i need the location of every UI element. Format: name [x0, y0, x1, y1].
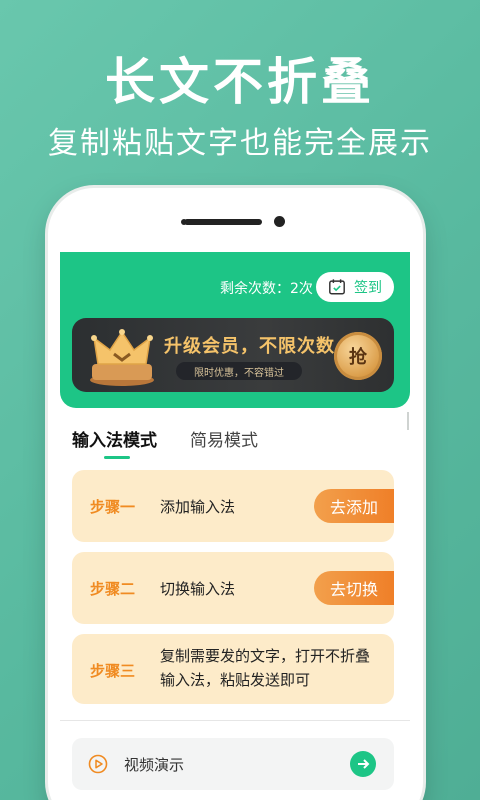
tab-input-method-mode[interactable]: 输入法模式 — [72, 426, 157, 451]
divider — [60, 720, 410, 721]
header-panel: 剩余次数：2次 签到 升级会员，不限次数 限时优惠，不容错过 抢 — [60, 252, 410, 408]
grab-button[interactable]: 抢 — [334, 332, 382, 380]
phone-camera — [274, 216, 285, 227]
tab-simple-mode[interactable]: 简易模式 — [190, 426, 258, 451]
crown-icon — [90, 329, 154, 386]
checkin-button[interactable]: 签到 — [316, 272, 394, 302]
tab-underline — [104, 456, 130, 459]
step-desc: 复制需要发的文字，打开不折叠输入法，粘贴发送即可 — [160, 647, 371, 689]
step-card-3: 步骤三 复制需要发的文字，打开不折叠输入法，粘贴发送即可 — [72, 634, 394, 704]
phone-speaker — [184, 219, 262, 225]
step-label: 步骤二 — [90, 580, 136, 598]
app-screen: 剩余次数：2次 签到 升级会员，不限次数 限时优惠，不容错过 抢 输入法模式 简… — [60, 252, 410, 800]
video-demo-row[interactable]: 视频演示 — [72, 738, 394, 790]
vip-pill: 限时优惠，不容错过 — [176, 362, 302, 380]
vip-banner[interactable]: 升级会员，不限次数 限时优惠，不容错过 抢 — [72, 318, 394, 392]
video-arrow-button[interactable] — [350, 751, 376, 777]
step-label: 步骤一 — [90, 498, 136, 516]
promo-title: 长文不折叠 — [105, 53, 375, 111]
remaining-count: 剩余次数：2次 — [220, 281, 313, 297]
video-demo-label: 视频演示 — [124, 756, 185, 774]
scroll-indicator — [407, 412, 409, 430]
step-label: 步骤三 — [90, 662, 136, 680]
switch-input-method-button[interactable]: 去切换 — [314, 571, 394, 605]
checkin-label: 签到 — [354, 280, 382, 296]
step-card-2: 步骤二 切换输入法 去切换 — [72, 552, 394, 624]
promo-subtitle: 复制粘贴文字也能完全展示 — [48, 126, 432, 161]
add-input-method-button[interactable]: 去添加 — [314, 489, 394, 523]
arrow-right-icon — [358, 759, 370, 769]
play-circle-icon — [88, 754, 108, 774]
step-desc: 切换输入法 — [160, 580, 236, 598]
step-card-1: 步骤一 添加输入法 去添加 — [72, 470, 394, 542]
phone-frame: 剩余次数：2次 签到 升级会员，不限次数 限时优惠，不容错过 抢 输入法模式 简… — [48, 188, 423, 800]
calendar-check-icon — [329, 279, 345, 295]
vip-title: 升级会员，不限次数 — [164, 336, 335, 357]
step-desc: 添加输入法 — [160, 498, 236, 516]
